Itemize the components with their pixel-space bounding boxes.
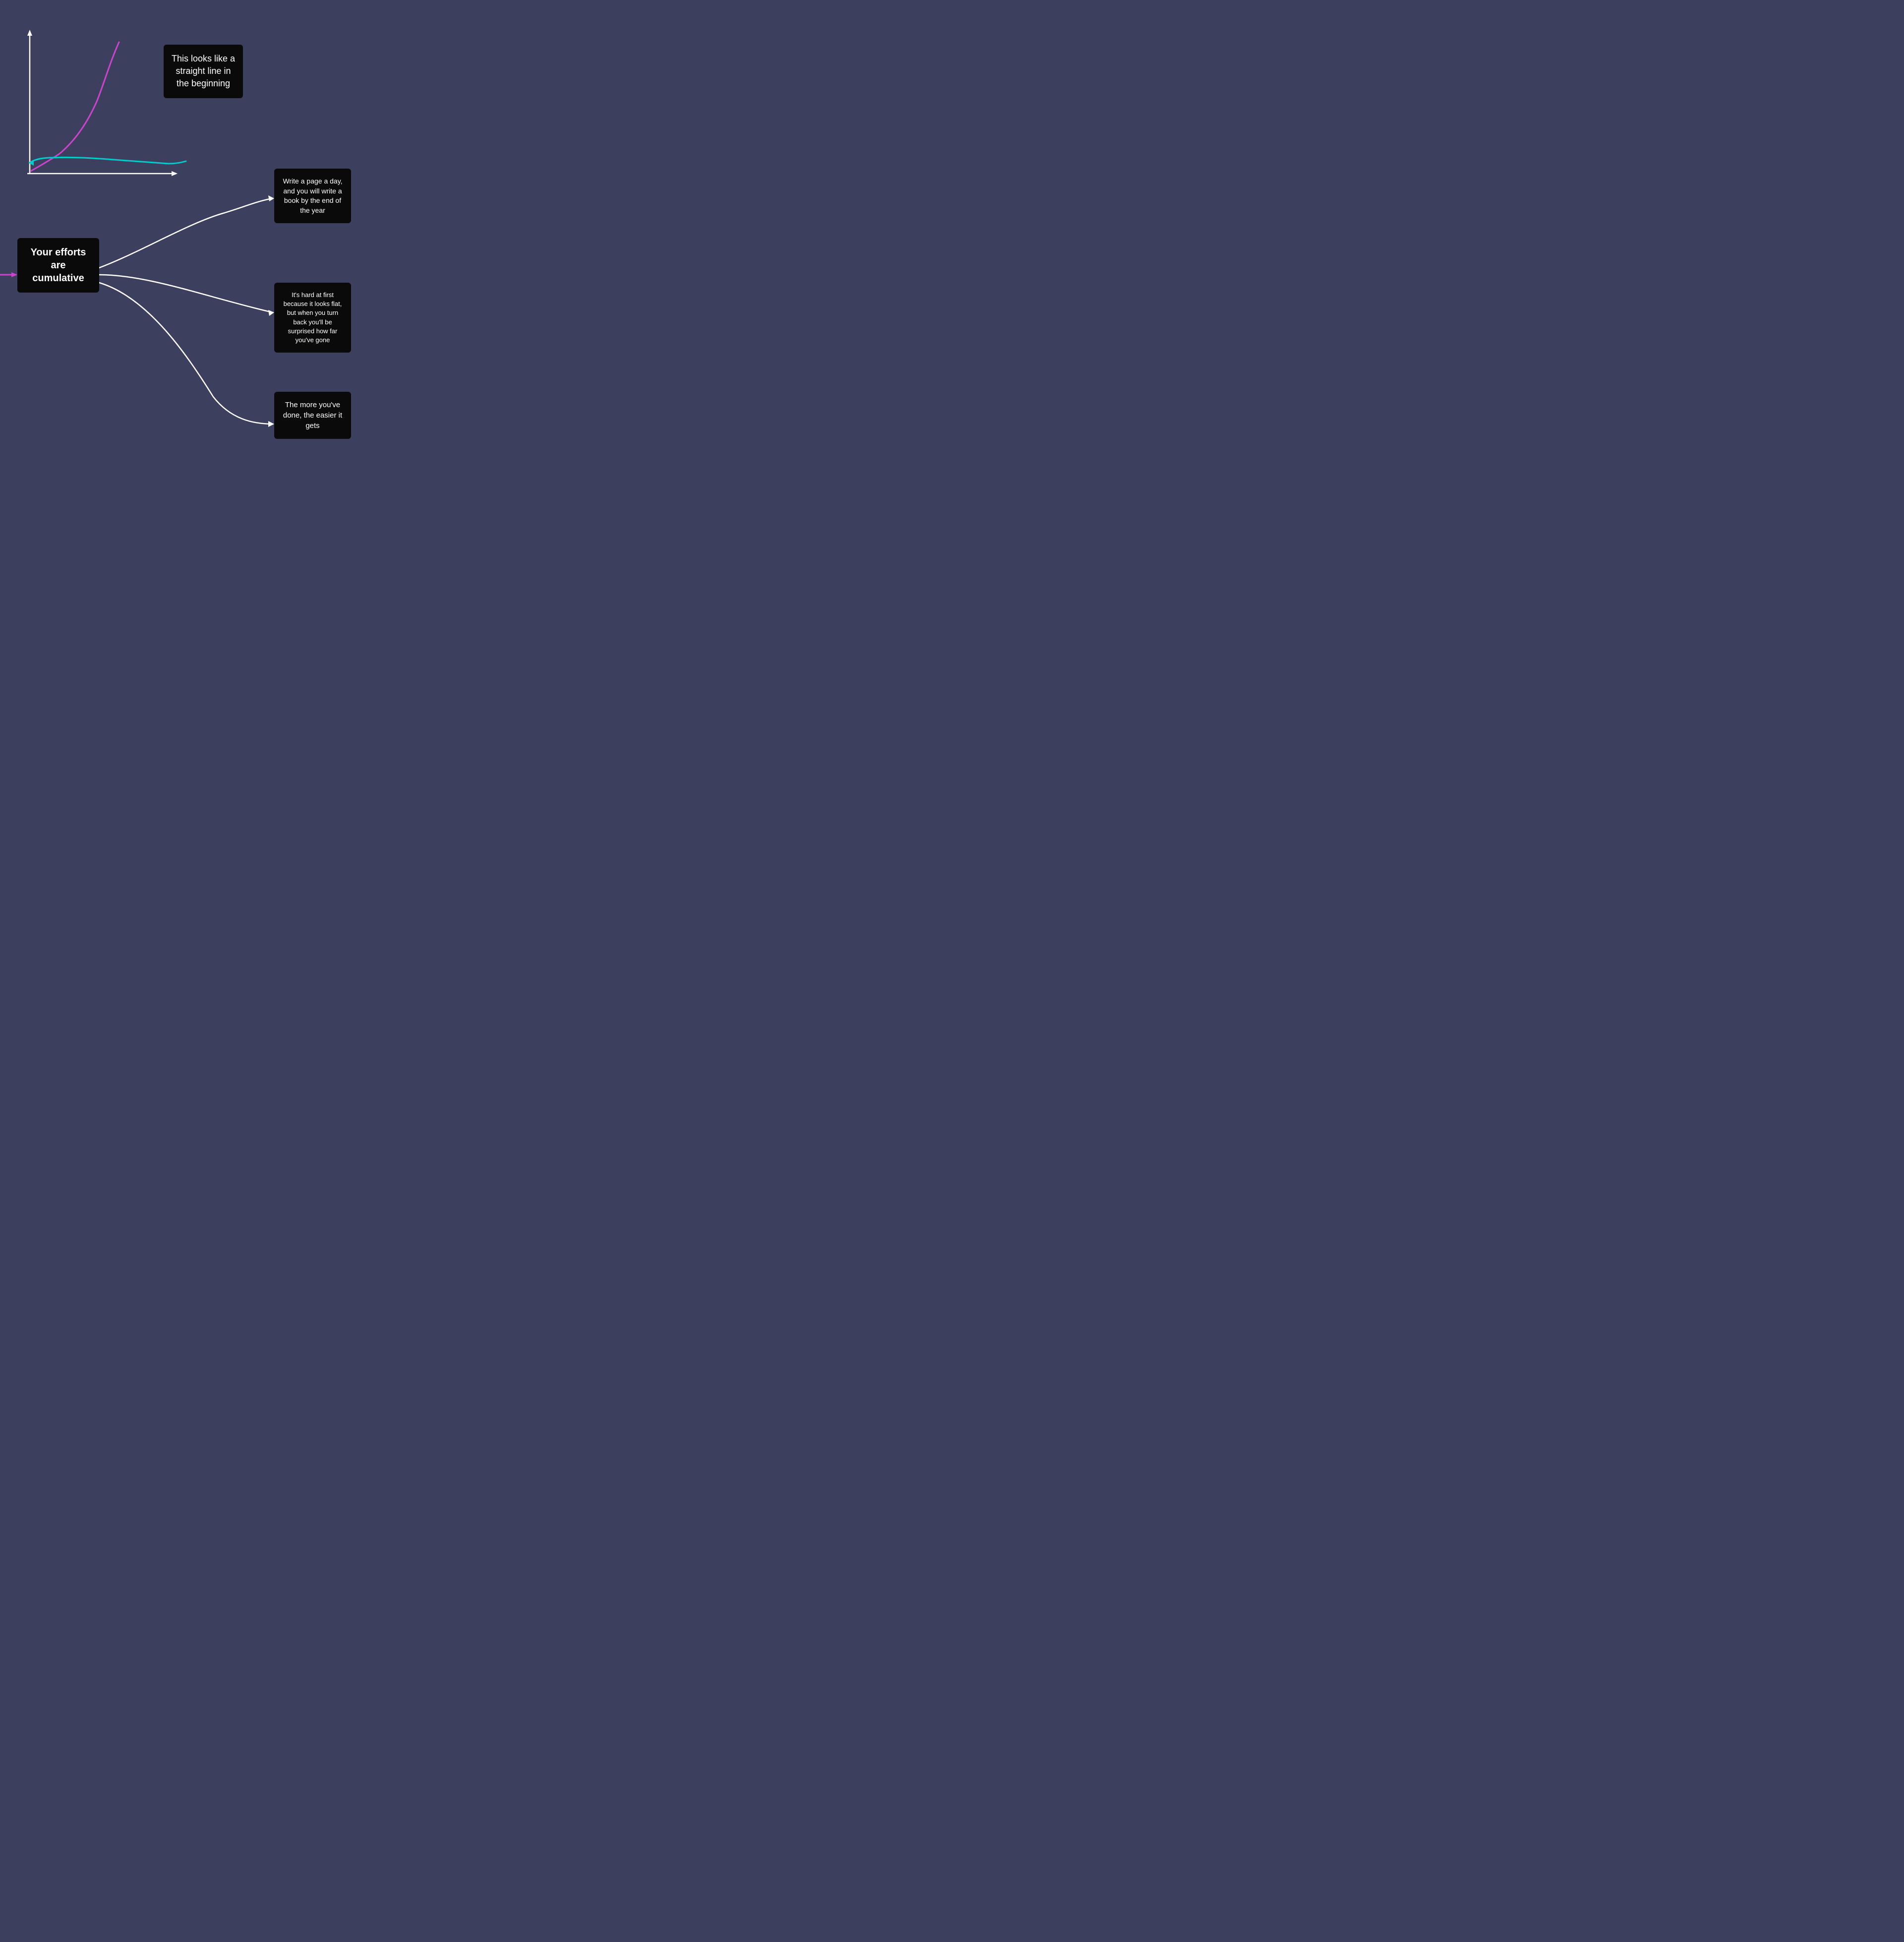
efforts-text: Your efforts are cumulative [31, 247, 86, 284]
more-youve-done-card: The more you've done, the easier it gets [274, 392, 351, 439]
straight-line-card: This looks like a straight line in the b… [164, 45, 243, 98]
more-youve-done-text: The more you've done, the easier it gets [283, 401, 342, 430]
page-a-day-card: Write a page a day, and you will write a… [274, 169, 351, 223]
straight-line-text: This looks like a straight line in the b… [172, 54, 235, 88]
hard-at-first-card: It's hard at first because it looks flat… [274, 283, 351, 353]
page-a-day-text: Write a page a day, and you will write a… [283, 177, 342, 214]
hard-at-first-text: It's hard at first because it looks flat… [284, 291, 342, 344]
efforts-card: Your efforts are cumulative [17, 238, 99, 293]
